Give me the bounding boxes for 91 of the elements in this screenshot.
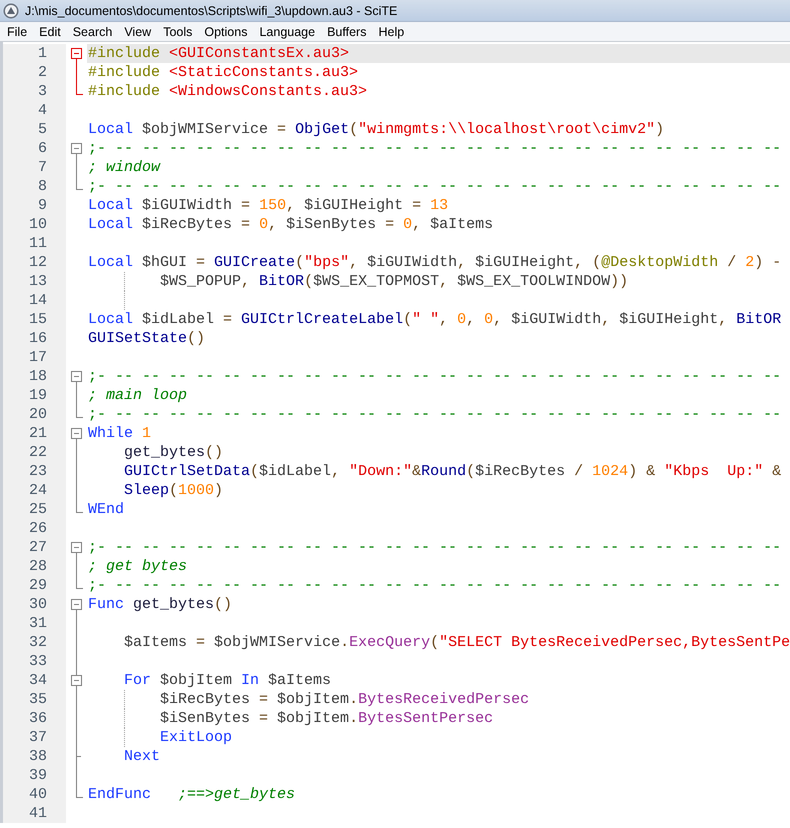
code-line: $aItems = $objWMIService.ExecQuery("SELECT BytesReceivedPersec,BytesSentPe xyxy=(123,634,790,651)
code-line: $iSenBytes = $objItem.BytesSentPersec xyxy=(159,710,494,727)
code-line: For $objItem In $aItems xyxy=(123,672,332,689)
line-number: 7 xyxy=(3,158,66,177)
code-line: Local $iRecBytes = 0, $iSenBytes = 0, $aItems xyxy=(88,216,494,233)
line-number: 39 xyxy=(3,766,66,785)
menu-item[interactable]: View xyxy=(118,22,158,40)
code-line: #include <StaticConstants.au3> xyxy=(88,64,358,81)
line-number: 14 xyxy=(3,291,66,310)
line-number: 2 xyxy=(3,63,66,82)
menu-item[interactable]: File xyxy=(1,22,34,40)
code-line: ;- -- -- -- -- -- -- -- -- -- -- -- -- -- -- -- -- -- -- -- -- -- -- -- -- -- xyxy=(88,368,782,385)
code-line: ;- -- -- -- -- -- -- -- -- -- -- -- -- -- -- -- -- -- -- -- -- -- -- -- -- -- xyxy=(88,539,782,556)
line-number: 28 xyxy=(3,557,66,576)
line-number: 15 xyxy=(3,310,66,329)
line-number: 13 xyxy=(3,272,66,291)
line-number: 25 xyxy=(3,500,66,519)
code-line: $iRecBytes = $objItem.BytesReceivedPersec xyxy=(159,691,530,708)
line-number: 38 xyxy=(3,747,66,766)
code-line: GUISetState() xyxy=(88,330,206,347)
menu-item[interactable]: Edit xyxy=(33,22,67,40)
code-line: ; main loop xyxy=(88,387,188,404)
window-title: J:\mis_documentos\documentos\Scripts\wifi_3\updown.au3 - SciTE xyxy=(25,4,398,18)
line-number: 3 xyxy=(3,82,66,101)
line-number: 40 xyxy=(3,785,66,804)
code-line: Func get_bytes() xyxy=(88,596,232,613)
line-number: 5 xyxy=(3,120,66,139)
line-number: 35 xyxy=(3,690,66,709)
menu-item[interactable]: Help xyxy=(372,22,410,40)
code-line: $WS_POPUP, BitOR($WS_EX_TOPMOST, $WS_EX_TOOLWINDOW)) xyxy=(159,273,628,290)
code-line: Local $idLabel = GUICtrlCreateLabel(" ", 0, 0, $iGUIWidth, $iGUIHeight, BitOR xyxy=(88,311,782,328)
code-line: Next xyxy=(123,748,160,765)
code-line: ExitLoop xyxy=(159,729,232,746)
code-line: ; window xyxy=(88,159,160,176)
collapse-icon[interactable] xyxy=(71,371,82,382)
collapse-icon[interactable] xyxy=(71,542,82,553)
line-number: 20 xyxy=(3,405,66,424)
code-line: ;- -- -- -- -- -- -- -- -- -- -- -- -- -- -- -- -- -- -- -- -- -- -- -- -- -- xyxy=(88,406,782,423)
line-number: 22 xyxy=(3,443,66,462)
line-number: 19 xyxy=(3,386,66,405)
menu-item[interactable]: Buffers xyxy=(321,22,372,40)
line-number: 31 xyxy=(3,614,66,633)
code-line: While 1 xyxy=(88,425,152,442)
line-number: 33 xyxy=(3,652,66,671)
line-number: 37 xyxy=(3,728,66,747)
line-number: 9 xyxy=(3,196,66,215)
collapse-icon[interactable] xyxy=(71,48,82,59)
menu-item[interactable]: Tools xyxy=(157,22,198,40)
line-number: 36 xyxy=(3,709,66,728)
menu-item[interactable]: Options xyxy=(198,22,254,40)
collapse-icon[interactable] xyxy=(71,428,82,439)
code-line: Local $objWMIService = ObjGet("winmgmts:\\localhost\root\cimv2") xyxy=(88,121,664,138)
line-number: 26 xyxy=(3,519,66,538)
line-number: 23 xyxy=(3,462,66,481)
code-line: EndFunc ;==>get_bytes xyxy=(88,786,296,803)
app-icon xyxy=(3,2,19,18)
menu-item[interactable]: Language xyxy=(253,22,322,40)
code-line: ;- -- -- -- -- -- -- -- -- -- -- -- -- -- -- -- -- -- -- -- -- -- -- -- -- -- xyxy=(88,577,782,594)
line-number: 10 xyxy=(3,215,66,234)
code-line: #include <WindowsConstants.au3> xyxy=(88,83,368,100)
code-line: Sleep(1000) xyxy=(123,482,224,499)
code-line: ;- -- -- -- -- -- -- -- -- -- -- -- -- -- -- -- -- -- -- -- -- -- -- -- -- -- xyxy=(88,140,782,157)
code-line: Local $iGUIWidth = 150, $iGUIHeight = 13 xyxy=(88,197,448,214)
collapse-icon[interactable] xyxy=(71,675,82,686)
line-number: 12 xyxy=(3,253,66,272)
collapse-icon[interactable] xyxy=(71,143,82,154)
code-line: #include <GUIConstantsEx.au3> xyxy=(88,45,350,62)
line-number: 4 xyxy=(3,101,66,120)
line-number: 8 xyxy=(3,177,66,196)
line-number: 18 xyxy=(3,367,66,386)
line-number: 24 xyxy=(3,481,66,500)
code-line: GUICtrlSetData($idLabel, "Down:"&Round($iRecBytes / 1024) & "Kbps Up:" & xyxy=(123,463,782,480)
code-line: Local $hGUI = GUICreate("bps", $iGUIWidth, $iGUIHeight, (@DesktopWidth / 2) - xyxy=(88,254,782,271)
line-number: 29 xyxy=(3,576,66,595)
line-number: 34 xyxy=(3,671,66,690)
line-number: 1 xyxy=(3,44,66,63)
code-line: ;- -- -- -- -- -- -- -- -- -- -- -- -- -- -- -- -- -- -- -- -- -- -- -- -- -- xyxy=(88,178,782,195)
line-number: 11 xyxy=(3,234,66,253)
line-number: 6 xyxy=(3,139,66,158)
line-number: 30 xyxy=(3,595,66,614)
code-line: ; get bytes xyxy=(88,558,188,575)
line-number: 17 xyxy=(3,348,66,367)
line-number: 32 xyxy=(3,633,66,652)
code-line: WEnd xyxy=(88,501,124,518)
collapse-icon[interactable] xyxy=(71,599,82,610)
code-line: get_bytes() xyxy=(123,444,224,461)
menu-item[interactable]: Search xyxy=(66,22,118,40)
line-number: 27 xyxy=(3,538,66,557)
line-number: 21 xyxy=(3,424,66,443)
line-number: 41 xyxy=(3,804,66,823)
line-number: 16 xyxy=(3,329,66,348)
